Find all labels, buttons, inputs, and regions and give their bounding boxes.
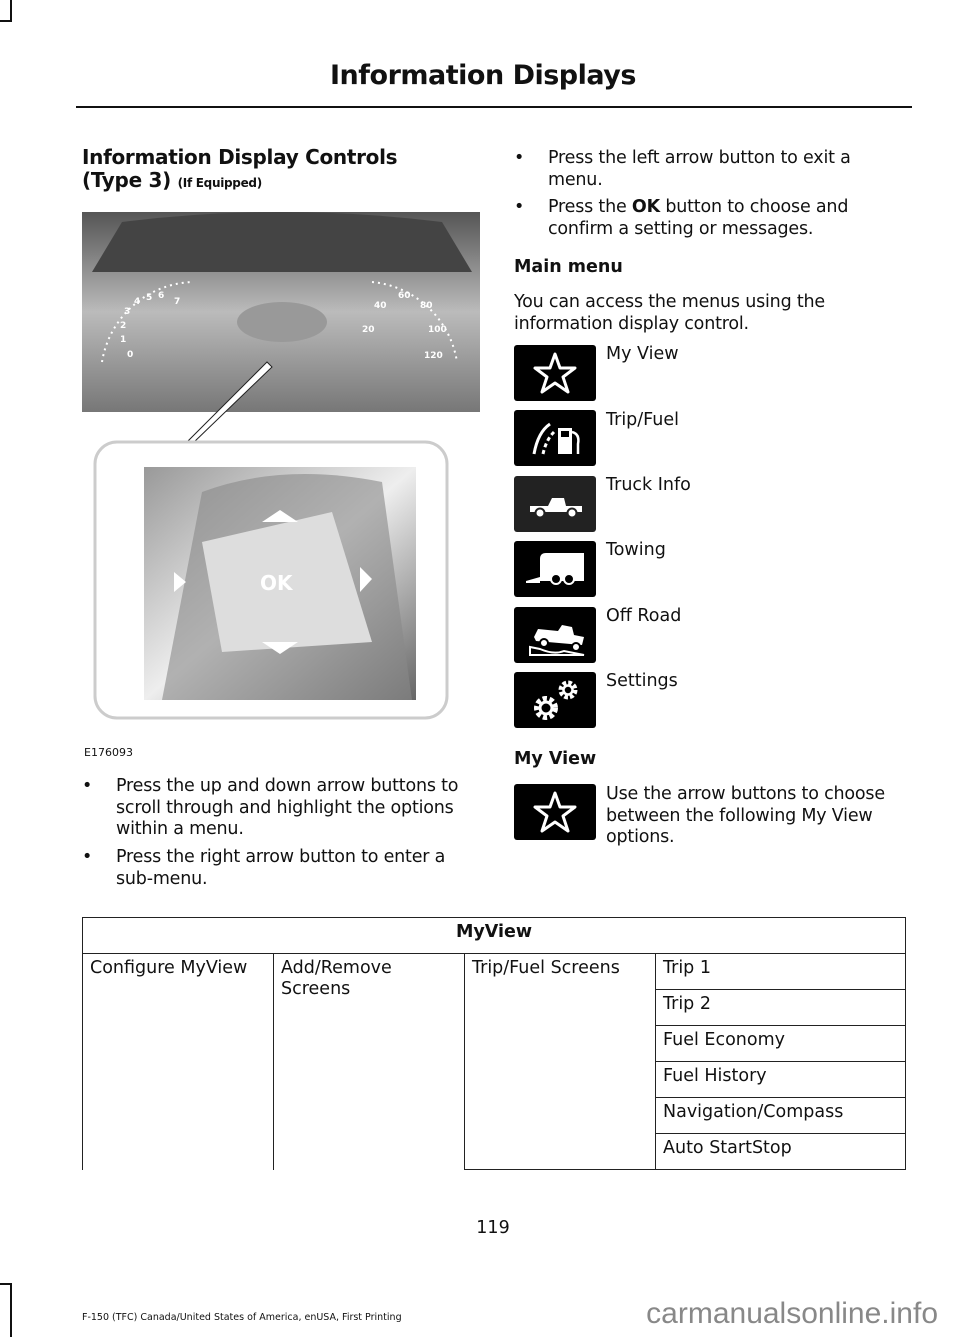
information-display-control-illustration: 01 2 34 5 67 20 40 60 80 100 120 OK E176093 [82, 212, 480, 759]
pickup-truck-icon [514, 476, 596, 532]
bullet-text: Press the left arrow button to exit a me… [548, 148, 851, 190]
menu-item-truck-info: Truck Info [606, 475, 691, 495]
page-number: 119 [476, 1218, 510, 1238]
ok-bold: OK [631, 197, 660, 217]
table-cell: Add/Remove Screens [273, 953, 465, 1170]
tachometer-label: 5 [146, 293, 152, 303]
tachometer-label: 4 [134, 297, 140, 307]
myview-table: MyView Configure MyView Add/Remove Scree… [82, 917, 906, 1170]
crop-mark [10, 0, 12, 22]
manual-page: Information Displays Information Display… [0, 0, 960, 1337]
table-row: Configure MyView Add/Remove Screens Trip… [82, 953, 906, 1170]
my-view-heading: My View [514, 749, 597, 769]
text: Press the [548, 197, 632, 217]
crop-mark [0, 20, 12, 22]
section-title-line1: Information Display Controls [82, 145, 398, 169]
menu-item-off-road: Off Road [606, 606, 682, 626]
ok-button-label: OK [260, 571, 294, 595]
table-cell: Fuel Economy [655, 1025, 906, 1062]
table-cell: Navigation/Compass [655, 1097, 906, 1134]
menu-item-trip-fuel: Trip/Fuel [606, 410, 680, 430]
main-menu-intro: You can access the menus using the infor… [514, 292, 825, 334]
fuel-pump-icon [514, 410, 596, 466]
bullet-text: Press the OK button to choose and confir… [548, 197, 893, 240]
section-title-line2: (Type 3) [82, 168, 171, 192]
speedometer-label: 20 [362, 325, 375, 335]
speedometer-label: 40 [374, 301, 387, 311]
bullet-text: Press the right arrow button to enter a … [116, 847, 446, 889]
table-cell: Auto StartStop [655, 1133, 906, 1170]
tachometer-label: 7 [174, 297, 180, 307]
table-cell: Trip/Fuel Screens [464, 953, 656, 1170]
tachometer-label: 2 [120, 321, 126, 331]
table-cell: Trip 2 [655, 989, 906, 1026]
crop-mark [0, 1283, 12, 1285]
star-icon [514, 784, 596, 840]
my-view-description: Use the arrow buttons to choose between … [606, 784, 885, 847]
trailer-icon [514, 541, 596, 597]
speedometer-label: 120 [424, 351, 443, 361]
page-header-title: Information Displays [330, 60, 636, 91]
speedometer-label: 100 [428, 325, 447, 335]
footer-text: F-150 (TFC) Canada/United States of Amer… [82, 1312, 402, 1323]
table-cell: Fuel History [655, 1061, 906, 1098]
tachometer-label: 0 [127, 350, 133, 360]
if-equipped-qualifier: (If Equipped) [177, 176, 263, 190]
bullet-text: Press the up and down arrow buttons to s… [116, 776, 459, 839]
menu-item-settings: Settings [606, 671, 678, 691]
tachometer-label: 1 [120, 335, 126, 345]
off-road-truck-icon [514, 607, 596, 663]
tachometer-label: 3 [124, 307, 130, 317]
watermark: carmanualsonline.info [646, 1297, 938, 1330]
star-icon [514, 345, 596, 401]
menu-item-my-view: My View [606, 344, 679, 364]
crop-mark [10, 1283, 12, 1337]
menu-item-towing: Towing [606, 540, 666, 560]
gears-icon [514, 672, 596, 728]
tachometer-label: 6 [158, 291, 164, 301]
speedometer-label: 60 [398, 291, 411, 301]
table-header: MyView [82, 917, 906, 954]
figure-id: E176093 [84, 746, 133, 759]
header-rule [76, 106, 912, 108]
table-cell: Trip 1 [655, 953, 906, 990]
table-cell: Configure MyView [82, 953, 274, 1170]
speedometer-label: 80 [420, 301, 433, 311]
main-menu-heading: Main menu [514, 257, 623, 277]
section-title: Information Display Controls (Type 3) (I… [82, 145, 398, 195]
